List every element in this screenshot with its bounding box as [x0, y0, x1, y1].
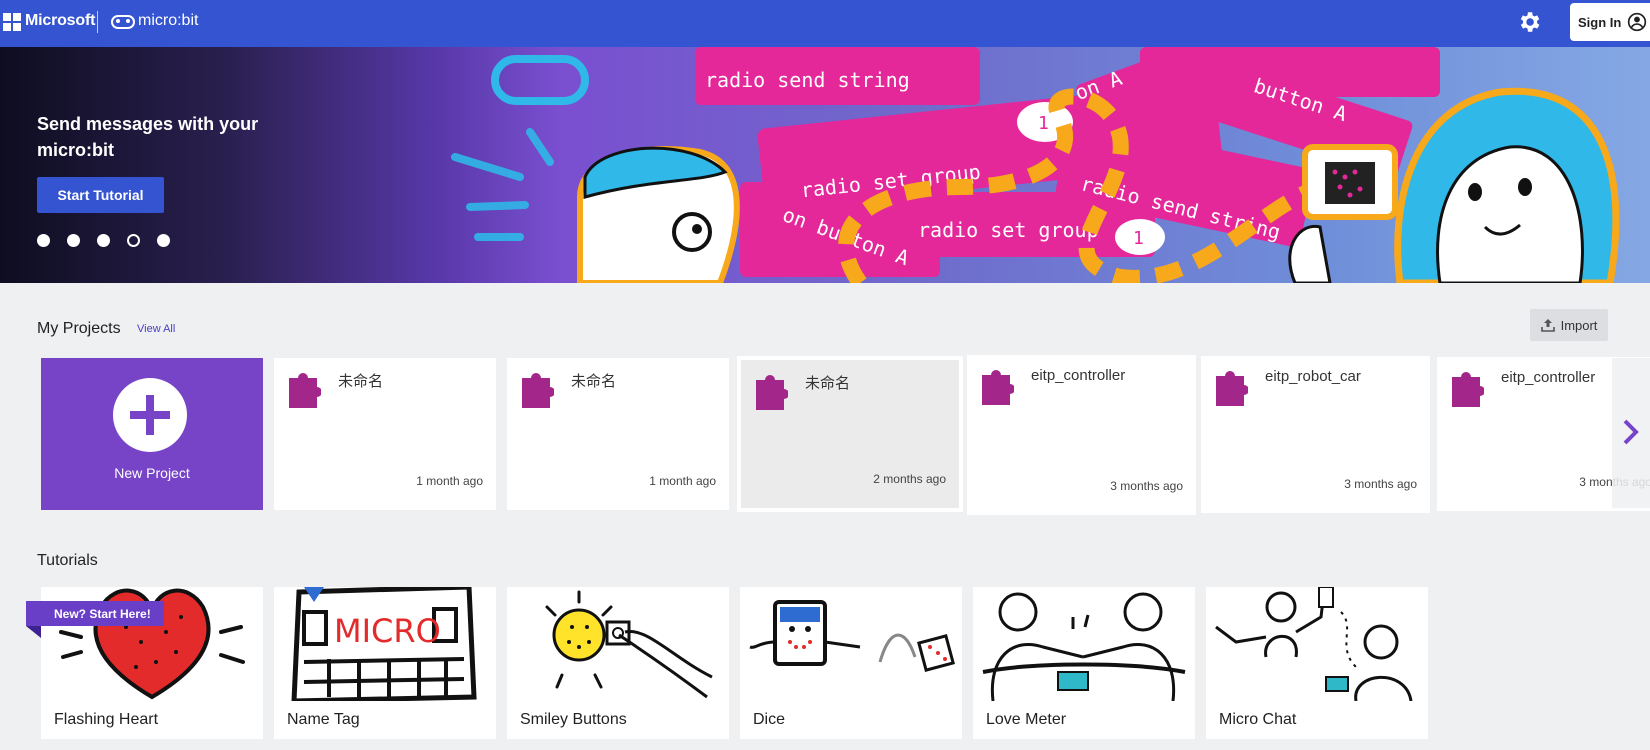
project-card[interactable]: 未命名 1 month ago	[274, 358, 496, 510]
carousel-dot[interactable]	[67, 234, 80, 247]
micro-chat-illustration	[1215, 587, 1413, 701]
tutorial-name: Micro Chat	[1219, 711, 1297, 728]
tutorial-card[interactable]: Micro Chat	[1206, 587, 1428, 739]
puzzle-icon	[756, 375, 788, 410]
scroll-right-button[interactable]	[1612, 358, 1650, 508]
tutorial-name: Flashing Heart	[54, 711, 159, 728]
top-bar: Microsoft micro:bit Sign In	[0, 0, 1650, 47]
carousel-dot-active[interactable]	[127, 234, 140, 247]
project-name: 未命名	[571, 373, 617, 390]
love-meter-illustration	[982, 592, 1186, 701]
tutorial-name: Smiley Buttons	[520, 711, 627, 728]
puzzle-icon	[1452, 372, 1484, 407]
project-card[interactable]: eitp_robot_car 3 months ago	[1201, 356, 1430, 513]
name-tag-illustration: MICRO	[291, 587, 477, 701]
project-time: 1 month ago	[416, 474, 483, 488]
user-circle-icon	[1628, 12, 1647, 32]
project-card-hovered[interactable]: 未命名 2 months ago	[737, 356, 963, 512]
puzzle-icon	[1216, 371, 1248, 406]
ribbon-fold	[26, 626, 41, 638]
dice-illustration	[749, 600, 955, 672]
tutorial-name: Love Meter	[986, 711, 1067, 728]
tutorial-card[interactable]: Smiley Buttons	[507, 587, 729, 739]
project-card[interactable]: 未命名 1 month ago	[507, 358, 729, 510]
import-button[interactable]: Import	[1530, 309, 1608, 341]
new-project-card[interactable]: New Project	[41, 358, 263, 510]
microsoft-label[interactable]: Microsoft	[25, 12, 95, 30]
name-tag-text: MICRO	[334, 612, 441, 650]
brand-label[interactable]: micro:bit	[138, 12, 198, 30]
my-projects-title: My Projects	[37, 320, 121, 337]
brand-divider	[97, 11, 98, 33]
project-time: 3 months ago	[1344, 477, 1417, 491]
carousel-dot[interactable]	[97, 234, 110, 247]
tutorial-name: Dice	[753, 711, 786, 728]
hero-block-number: 1	[1133, 228, 1144, 249]
microsoft-logo-icon[interactable]	[3, 13, 21, 31]
project-name: eitp_controller	[1501, 369, 1596, 386]
hero-title: Send messages with your micro:bit	[37, 114, 259, 160]
tutorial-card[interactable]: Dice	[740, 587, 962, 739]
project-name: eitp_robot_car	[1265, 368, 1361, 385]
hero-block-text: radio send string	[705, 68, 910, 92]
new-start-here-ribbon: New? Start Here!	[26, 601, 164, 626]
puzzle-icon	[522, 373, 554, 408]
tutorial-card[interactable]: MICRO Name Tag	[274, 587, 496, 739]
new-project-label: New Project	[114, 465, 190, 481]
puzzle-icon	[982, 370, 1014, 405]
project-name: 未命名	[805, 375, 851, 392]
project-time: 1 month ago	[649, 474, 716, 488]
gear-icon[interactable]	[1516, 9, 1542, 35]
carousel-dots	[37, 234, 170, 247]
sign-in-button[interactable]: Sign In	[1570, 3, 1650, 41]
plus-icon	[113, 378, 187, 452]
hero-banner: radio send string radio set group radio …	[0, 47, 1650, 283]
tutorial-name: Name Tag	[287, 711, 360, 728]
project-time: 3 months ago	[1110, 479, 1183, 493]
chevron-right-icon	[1623, 419, 1639, 445]
project-time: 2 months ago	[873, 472, 946, 486]
view-all-link[interactable]: View All	[137, 323, 175, 335]
hero-block-number: 1	[1038, 113, 1049, 134]
hero-illustration: radio send string radio set group radio …	[451, 47, 1620, 283]
project-name: eitp_controller	[1031, 367, 1126, 384]
tutorial-card[interactable]: Love Meter	[973, 587, 1195, 739]
project-name: 未命名	[338, 373, 384, 390]
import-label: Import	[1560, 317, 1598, 333]
carousel-dot[interactable]	[157, 234, 170, 247]
tutorials-title: Tutorials	[37, 552, 98, 569]
hero-block-text: radio set group	[918, 218, 1099, 242]
project-card[interactable]: eitp_controller 3 months ago	[967, 355, 1196, 515]
upload-icon	[1540, 319, 1555, 332]
puzzle-icon	[289, 373, 321, 408]
carousel-dot[interactable]	[37, 234, 50, 247]
sign-in-label: Sign In	[1578, 14, 1622, 30]
smiley-buttons-illustration	[545, 590, 713, 699]
start-tutorial-button[interactable]: Start Tutorial	[37, 177, 164, 213]
microbit-logo-icon[interactable]	[111, 15, 135, 29]
